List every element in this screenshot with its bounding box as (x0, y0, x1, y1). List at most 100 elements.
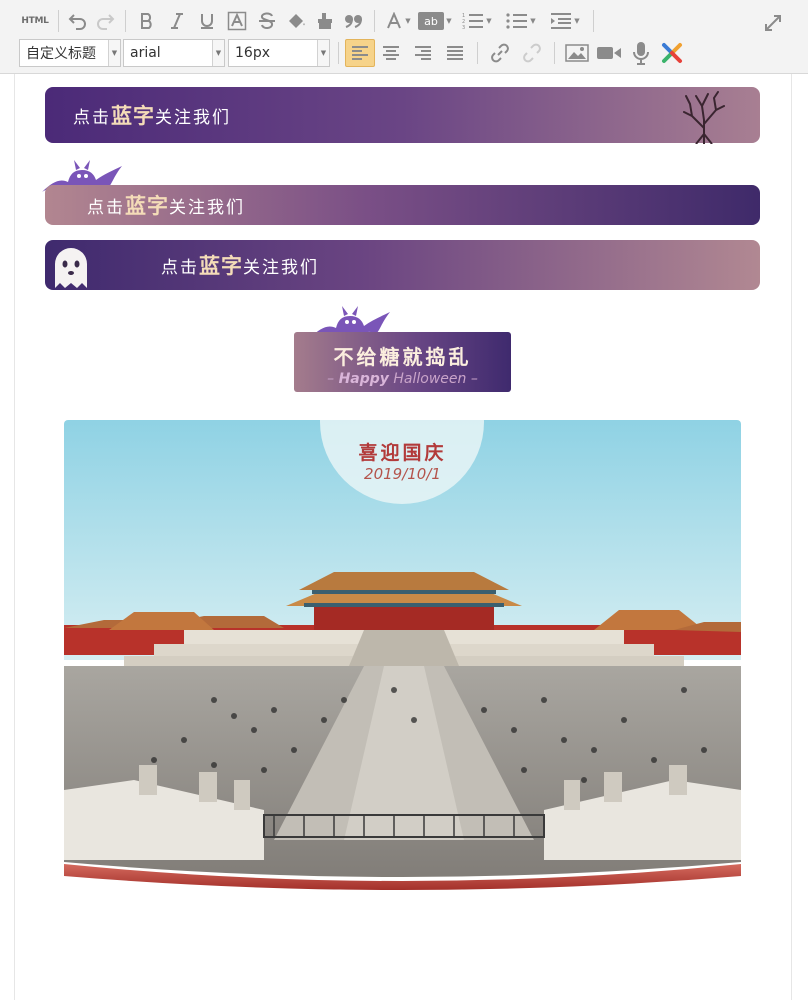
national-day-photo-card[interactable]: 喜迎国庆 2019/10/1 (64, 420, 741, 890)
photo-date: 2019/10/1 (364, 465, 441, 483)
undo-button[interactable] (65, 8, 91, 34)
align-center-icon (383, 46, 399, 60)
follow-banner-3[interactable]: 点击蓝字关注我们 (45, 240, 760, 290)
toolbar-separator (554, 42, 555, 64)
justify-button[interactable] (439, 40, 471, 66)
toolbar-separator (58, 10, 59, 32)
halloween-subtitle: – Happy Halloween – (294, 371, 511, 387)
chevron-down-icon: ▼ (530, 17, 536, 25)
follow-banner-1[interactable]: 点击蓝字关注我们 (45, 87, 760, 144)
undo-icon (68, 14, 86, 30)
toolbar-row-1: HTML ▼ ab ▼ 1 2 3 ▼ ▼ ▼ (18, 6, 600, 36)
chevron-down-icon: ▼ (405, 17, 411, 25)
fullscreen-icon (765, 15, 781, 31)
font-color-button[interactable] (282, 8, 312, 34)
banner-text: 点击蓝字关注我们 (161, 250, 319, 280)
strikethrough-icon (259, 12, 275, 30)
subtitle-bold: Happy (338, 371, 389, 387)
toolbar-separator (125, 10, 126, 32)
redo-icon (97, 14, 115, 30)
font-color-icon (289, 14, 305, 28)
svg-text:ab: ab (424, 15, 438, 28)
toolbar-separator (374, 10, 375, 32)
align-right-icon (415, 46, 431, 60)
editor-toolbar: HTML ▼ ab ▼ 1 2 3 ▼ ▼ ▼ 自定义标题 ▼ arial ▼ … (0, 0, 808, 74)
banner-prefix: 点击 (87, 198, 125, 218)
italic-button[interactable] (162, 8, 192, 34)
bold-icon (141, 13, 152, 29)
blockquote-icon (345, 15, 362, 28)
font-size-select-value: 16px (235, 45, 270, 61)
bold-button[interactable] (132, 8, 162, 34)
banner-text: 点击蓝字关注我们 (87, 190, 245, 220)
font-border-icon (227, 11, 247, 31)
chevron-down-icon: ▼ (446, 17, 452, 25)
indent-button[interactable]: ▼ (543, 8, 587, 34)
link-button[interactable] (484, 40, 516, 66)
font-border-button[interactable] (222, 8, 252, 34)
align-right-button[interactable] (407, 40, 439, 66)
app-logo-icon (662, 43, 682, 63)
halloween-title-card[interactable]: 不给糖就捣乱 – Happy Halloween – (294, 332, 511, 392)
font-family-select-value: arial (130, 45, 161, 61)
chevron-down-icon: ▼ (317, 40, 329, 66)
banner-highlight: 蓝字 (199, 254, 243, 278)
html-icon: HTML (21, 16, 49, 26)
banner-prefix: 点击 (73, 108, 111, 128)
image-icon (565, 44, 589, 62)
unordered-list-icon (506, 13, 528, 29)
html-source-button[interactable]: HTML (18, 8, 52, 34)
unlink-icon (523, 43, 541, 63)
video-icon (597, 47, 621, 59)
banner-highlight: 蓝字 (125, 194, 169, 218)
banner-text: 点击蓝字关注我们 (73, 100, 231, 130)
insert-image-button[interactable] (561, 40, 593, 66)
tree-icon (683, 91, 725, 144)
heading-select[interactable]: 自定义标题 ▼ (19, 39, 121, 67)
align-center-button[interactable] (375, 40, 407, 66)
photo-title: 喜迎国庆 (358, 442, 447, 464)
chevron-down-icon: ▼ (486, 17, 492, 25)
follow-banner-2[interactable]: 点击蓝字关注我们 (45, 185, 760, 225)
highlight-button[interactable]: ab ▼ (415, 8, 455, 34)
font-size-button[interactable]: ▼ (381, 8, 415, 34)
insert-audio-button[interactable] (625, 40, 657, 66)
svg-text:3: 3 (462, 25, 465, 30)
subtitle-dash-left: – (327, 371, 335, 387)
format-painter-icon (318, 13, 332, 29)
underline-button[interactable] (192, 8, 222, 34)
banner-suffix: 关注我们 (155, 108, 231, 128)
toolbar-separator (477, 42, 478, 64)
chevron-down-icon: ▼ (574, 17, 580, 25)
unordered-list-button[interactable]: ▼ (499, 8, 543, 34)
ordered-list-icon: 123 (462, 13, 484, 30)
fullscreen-button[interactable] (764, 10, 782, 36)
toolbar-separator (338, 42, 339, 64)
link-icon (491, 43, 509, 63)
heading-select-value: 自定义标题 (26, 46, 96, 62)
format-painter-button[interactable] (312, 8, 340, 34)
subtitle-rest: Halloween (393, 371, 467, 387)
strikethrough-button[interactable] (252, 8, 282, 34)
underline-icon (201, 14, 213, 29)
indent-icon (551, 13, 572, 29)
banner-suffix: 关注我们 (243, 258, 319, 278)
banner-suffix: 关注我们 (169, 198, 245, 218)
font-size-icon (387, 12, 402, 29)
audio-icon (633, 42, 649, 65)
font-family-select[interactable]: arial ▼ (123, 39, 225, 67)
blockquote-button[interactable] (340, 8, 368, 34)
toolbar-separator (593, 10, 594, 32)
banner-highlight: 蓝字 (111, 104, 155, 128)
chevron-down-icon: ▼ (212, 40, 224, 66)
align-left-button[interactable] (345, 39, 375, 67)
app-plugin-button[interactable] (657, 40, 687, 66)
unlink-button[interactable] (516, 40, 548, 66)
subtitle-dash-right: – (470, 371, 478, 387)
insert-video-button[interactable] (593, 40, 625, 66)
justify-icon (447, 46, 463, 60)
redo-button[interactable] (91, 8, 119, 34)
toolbar-row-2: 自定义标题 ▼ arial ▼ 16px ▼ (19, 38, 687, 68)
font-size-select[interactable]: 16px ▼ (228, 39, 330, 67)
ordered-list-button[interactable]: 123 ▼ (455, 8, 499, 34)
